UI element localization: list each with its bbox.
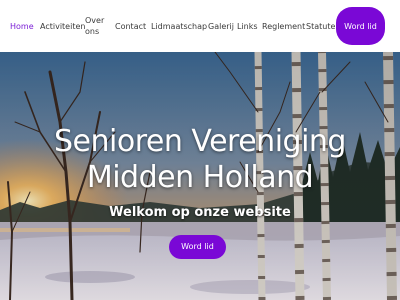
hero-word-lid-button[interactable]: Word lid [169,235,226,259]
site-header: Home Activiteiten Over ons Contact Lidma… [0,0,400,52]
nav-item-lidmaatschap[interactable]: Lidmaatschap [151,21,207,32]
hero-subtitle: Welkom op onze website [109,205,291,220]
word-lid-button[interactable]: Word lid [336,7,385,45]
hero-title: Senioren Vereniging Midden Holland [0,124,400,196]
nav-item-galerij[interactable]: Galerij [208,21,234,32]
nav-item-home[interactable]: Home [10,21,34,32]
hero-section: Senioren Vereniging Midden Holland Welko… [0,52,400,300]
hero-title-line-1: Senioren Vereniging [54,124,346,159]
nav-item-over-ons[interactable]: Over ons [85,15,109,37]
nav-item-contact[interactable]: Contact [115,21,146,32]
hero-title-line-2: Midden Holland [86,160,314,195]
nav-item-reglement[interactable]: Reglement [262,21,305,32]
nav-item-activiteiten[interactable]: Activiteiten [40,21,85,32]
nav-item-links[interactable]: Links [237,21,258,32]
